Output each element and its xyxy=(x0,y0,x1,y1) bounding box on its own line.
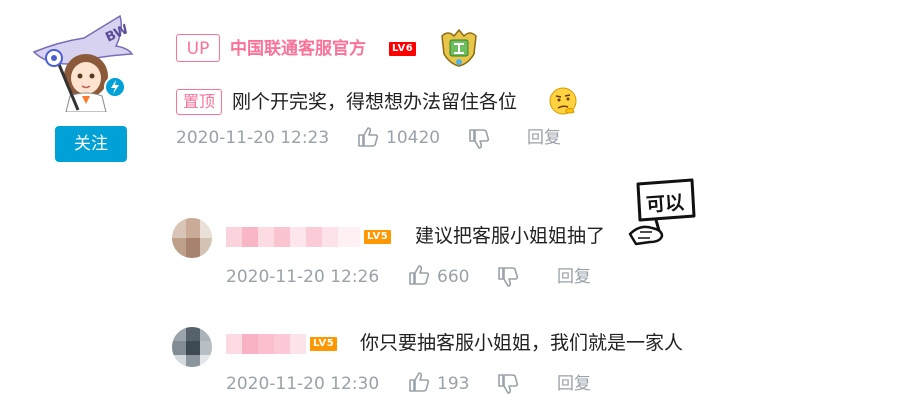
thinking-emoji-icon xyxy=(548,86,578,116)
level-badge: LV5 xyxy=(310,337,338,351)
reply-button[interactable]: 回复 xyxy=(557,265,591,289)
reply-username[interactable] xyxy=(226,227,360,247)
dislike-icon[interactable] xyxy=(497,266,519,288)
comment-text: 刚个开完奖，得想想办法留住各位 xyxy=(232,91,518,113)
like-icon[interactable] xyxy=(357,126,379,148)
reply-username[interactable] xyxy=(226,334,306,354)
reply-text: 你只要抽客服小姐姐，我们就是一家人 xyxy=(360,332,684,354)
sticker-image: 可以 xyxy=(622,178,698,248)
reply-button[interactable]: 回复 xyxy=(527,126,561,150)
like-count: 10420 xyxy=(386,128,441,148)
reply-button[interactable]: 回复 xyxy=(557,372,591,396)
reply-time: 2020-11-20 12:26 xyxy=(226,267,380,287)
verified-icon xyxy=(104,76,126,98)
dislike-icon[interactable] xyxy=(468,128,490,150)
like-icon[interactable] xyxy=(408,264,430,286)
like-icon[interactable] xyxy=(408,371,430,393)
follow-button[interactable]: 关注 xyxy=(55,126,127,162)
up-tag: UP xyxy=(176,34,220,62)
dislike-icon[interactable] xyxy=(497,373,519,395)
reply-avatar[interactable] xyxy=(172,218,212,258)
medal-icon xyxy=(438,26,480,68)
level-badge: LV6 xyxy=(389,42,417,56)
svg-text:可以: 可以 xyxy=(645,192,684,217)
like-count: 193 xyxy=(437,374,470,394)
level-badge: LV5 xyxy=(364,230,392,244)
reply-text: 建议把客服小姐姐抽了 xyxy=(415,225,606,247)
username[interactable]: 中国联通客服官方 xyxy=(230,36,366,62)
pinned-tag: 置顶 xyxy=(176,89,222,115)
reply-time: 2020-11-20 12:30 xyxy=(226,374,380,394)
reply-avatar[interactable] xyxy=(172,327,212,367)
like-count: 660 xyxy=(437,267,470,287)
comment-time: 2020-11-20 12:23 xyxy=(176,128,330,148)
